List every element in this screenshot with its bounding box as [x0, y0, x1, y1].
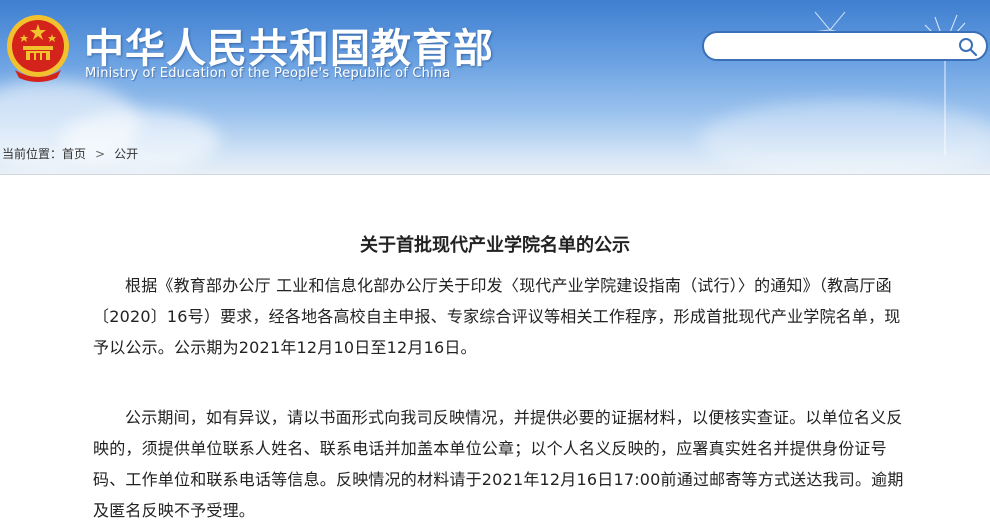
search-input[interactable] [716, 37, 960, 57]
search-icon[interactable] [958, 37, 978, 57]
breadcrumb-current-link[interactable]: 公开 [114, 147, 138, 161]
site-header: 中华人民共和国教育部 Ministry of Education of the … [0, 0, 990, 175]
breadcrumb-separator: > [95, 147, 106, 161]
article-content: 关于首批现代产业学院名单的公示 根据《教育部办公厅 工业和信息化部办公厅关于印发… [0, 174, 990, 526]
breadcrumb: 当前位置：首页 > 公开 [2, 145, 138, 162]
article-paragraph: 根据《教育部办公厅 工业和信息化部办公厅关于印发〈现代产业学院建设指南（试行）〉… [93, 276, 901, 357]
article-paragraph: 公示期间，如有异议，请以书面形式向我司反映情况，并提供必要的证据材料，以便核实查… [93, 408, 904, 520]
breadcrumb-home-link[interactable]: 首页 [62, 147, 86, 161]
dandelion-decoration-icon [919, 14, 972, 155]
article-title: 关于首批现代产业学院名单的公示 [360, 235, 630, 256]
breadcrumb-label: 当前位置： [2, 147, 63, 161]
site-title-en[interactable]: Ministry of Education of the People's Re… [85, 66, 451, 81]
search-box [702, 31, 988, 61]
national-emblem-icon[interactable] [5, 12, 71, 82]
